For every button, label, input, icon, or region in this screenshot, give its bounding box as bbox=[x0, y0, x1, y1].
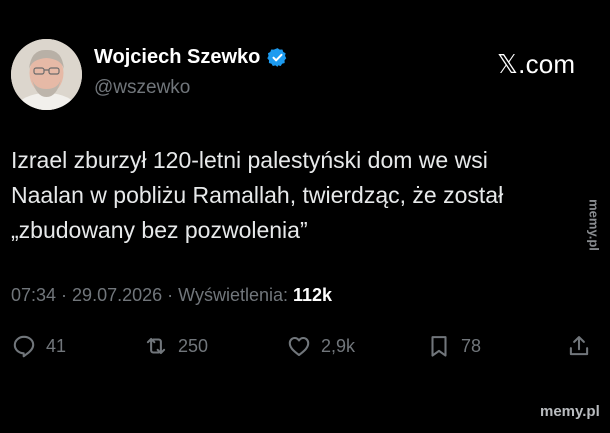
action-bar: 41 250 2,9k 78 bbox=[11, 330, 596, 362]
views-count: 112k bbox=[293, 285, 333, 305]
tweet-line: Naalan w pobliżu Ramallah, twierdząc, że… bbox=[11, 182, 504, 208]
side-watermark: memy.pl bbox=[584, 185, 604, 265]
meta-separator: · bbox=[162, 285, 179, 305]
author-handle[interactable]: @wszewko bbox=[94, 77, 190, 99]
reply-count: 41 bbox=[46, 335, 67, 356]
avatar[interactable] bbox=[11, 39, 82, 110]
bookmark-icon bbox=[426, 333, 452, 359]
like-button[interactable]: 2,9k bbox=[286, 330, 355, 362]
retweet-icon bbox=[143, 333, 169, 359]
tweet-text: Izrael zburzył 120-letni palestyński dom… bbox=[11, 143, 571, 248]
tweet-line: „zbudowany bez pozwolenia” bbox=[11, 217, 308, 243]
author-name[interactable]: Wojciech Szewko bbox=[94, 46, 260, 69]
reply-button[interactable]: 41 bbox=[11, 330, 66, 362]
tweet-time[interactable]: 07:34 bbox=[11, 285, 56, 305]
retweet-count: 250 bbox=[178, 335, 209, 356]
bookmark-button[interactable]: 78 bbox=[426, 330, 481, 362]
tweet-line: Izrael zburzył 120-letni palestyński dom… bbox=[11, 147, 488, 173]
side-watermark-text: memy.pl bbox=[586, 199, 602, 251]
bookmark-count: 78 bbox=[461, 335, 482, 356]
tweet-date[interactable]: 29.07.2026 bbox=[72, 285, 162, 305]
avatar-image bbox=[11, 39, 82, 110]
meta-separator: · bbox=[56, 285, 73, 305]
reply-icon bbox=[11, 333, 37, 359]
retweet-button[interactable]: 250 bbox=[143, 330, 208, 362]
heart-icon bbox=[286, 333, 312, 359]
tweet-card: Wojciech Szewko @wszewko 𝕏.com Izrael zb… bbox=[0, 0, 610, 433]
tweet-meta: 07:34 · 29.07.2026 · Wyświetlenia: 112k bbox=[11, 285, 332, 306]
footer-watermark: memy.pl bbox=[540, 403, 600, 420]
share-icon bbox=[566, 333, 592, 359]
share-button[interactable] bbox=[566, 330, 592, 362]
views-label: Wyświetlenia: bbox=[178, 285, 294, 305]
like-count: 2,9k bbox=[321, 335, 356, 356]
x-logo: 𝕏.com bbox=[497, 49, 576, 79]
author-name-row[interactable]: Wojciech Szewko bbox=[94, 46, 288, 69]
verified-badge-icon bbox=[267, 47, 288, 68]
